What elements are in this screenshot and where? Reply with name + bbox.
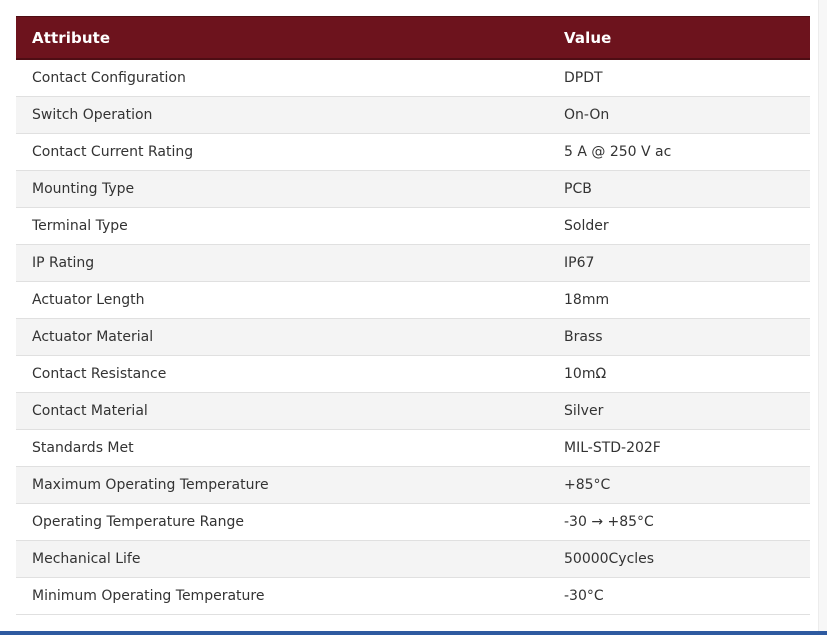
attribute-cell: Contact Resistance <box>16 355 548 393</box>
column-header-value: Value <box>548 16 810 60</box>
table-row: Operating Temperature Range -30 → +85°C <box>16 503 810 541</box>
table-row: Contact Current Rating 5 A @ 250 V ac <box>16 133 810 171</box>
bottom-accent-bar <box>0 631 827 635</box>
value-cell: Brass <box>548 318 810 356</box>
attribute-cell: Terminal Type <box>16 207 548 245</box>
table-row: Maximum Operating Temperature +85°C <box>16 466 810 504</box>
attribute-cell: Minimum Operating Temperature <box>16 577 548 615</box>
table-row: IP Rating IP67 <box>16 244 810 282</box>
attribute-cell: Switch Operation <box>16 96 548 134</box>
value-cell: -30 → +85°C <box>548 503 810 541</box>
table-row: Actuator Length 18mm <box>16 281 810 319</box>
table-row: Switch Operation On-On <box>16 96 810 134</box>
value-cell: PCB <box>548 170 810 208</box>
attribute-cell: Actuator Material <box>16 318 548 356</box>
value-cell: +85°C <box>548 466 810 504</box>
table-row: Terminal Type Solder <box>16 207 810 245</box>
value-cell: -30°C <box>548 577 810 615</box>
attribute-cell: Contact Configuration <box>16 59 548 97</box>
page: Attribute Value Contact Configuration DP… <box>0 0 827 635</box>
table-row: Mechanical Life 50000Cycles <box>16 540 810 578</box>
attribute-cell: Actuator Length <box>16 281 548 319</box>
attribute-cell: Maximum Operating Temperature <box>16 466 548 504</box>
attribute-cell: Mounting Type <box>16 170 548 208</box>
column-header-attribute: Attribute <box>16 16 548 60</box>
attribute-cell: Contact Current Rating <box>16 133 548 171</box>
table-row: Minimum Operating Temperature -30°C <box>16 577 810 615</box>
attribute-cell: Operating Temperature Range <box>16 503 548 541</box>
table-row: Contact Configuration DPDT <box>16 59 810 97</box>
value-cell: 5 A @ 250 V ac <box>548 133 810 171</box>
table-row: Contact Material Silver <box>16 392 810 430</box>
attribute-cell: Standards Met <box>16 429 548 467</box>
value-cell: Silver <box>548 392 810 430</box>
page-scrollbar[interactable] <box>818 0 827 631</box>
value-cell: 18mm <box>548 281 810 319</box>
attribute-cell: Mechanical Life <box>16 540 548 578</box>
value-cell: 10mΩ <box>548 355 810 393</box>
value-cell: On-On <box>548 96 810 134</box>
table-row: Mounting Type PCB <box>16 170 810 208</box>
value-cell: Solder <box>548 207 810 245</box>
table-row: Actuator Material Brass <box>16 318 810 356</box>
attribute-cell: Contact Material <box>16 392 548 430</box>
table-row: Contact Resistance 10mΩ <box>16 355 810 393</box>
table-header-row: Attribute Value <box>16 16 810 60</box>
value-cell: IP67 <box>548 244 810 282</box>
table-body: Contact Configuration DPDT Switch Operat… <box>16 59 810 615</box>
value-cell: 50000Cycles <box>548 540 810 578</box>
table-row: Standards Met MIL-STD-202F <box>16 429 810 467</box>
value-cell: DPDT <box>548 59 810 97</box>
value-cell: MIL-STD-202F <box>548 429 810 467</box>
attribute-cell: IP Rating <box>16 244 548 282</box>
specifications-table: Attribute Value Contact Configuration DP… <box>16 16 810 615</box>
